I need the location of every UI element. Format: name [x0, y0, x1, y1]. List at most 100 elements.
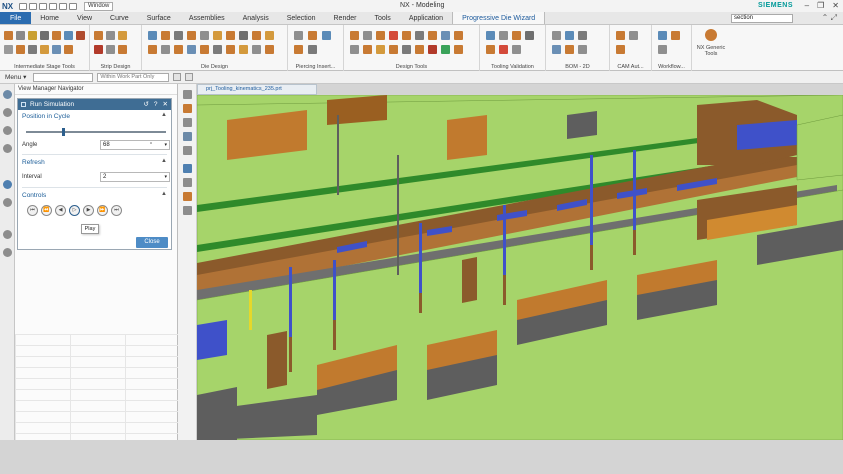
- stage-tool-icon[interactable]: [52, 31, 61, 40]
- die-icon[interactable]: [200, 31, 209, 40]
- stage-tool-icon[interactable]: [76, 31, 85, 40]
- design-tool-icon[interactable]: [363, 45, 372, 54]
- die-icon[interactable]: [239, 31, 248, 40]
- stage-tool-icon[interactable]: [64, 45, 73, 54]
- redo-icon[interactable]: [39, 2, 47, 10]
- reset-button[interactable]: ↺: [143, 99, 148, 110]
- part-navigator-icon[interactable]: [3, 90, 12, 99]
- play-reverse-button[interactable]: ◀: [55, 205, 66, 216]
- tab-view[interactable]: View: [68, 12, 101, 24]
- collapse-icon[interactable]: ▲: [161, 191, 167, 197]
- restore-button[interactable]: ❐: [817, 1, 824, 10]
- tab-analysis[interactable]: Analysis: [234, 12, 278, 24]
- tab-surface[interactable]: Surface: [138, 12, 180, 24]
- design-tool-icon[interactable]: [428, 45, 437, 54]
- die-icon[interactable]: [213, 45, 222, 54]
- bom-icon[interactable]: [552, 45, 561, 54]
- document-tab[interactable]: prj_Tooling_kinematics_235.prt: [197, 84, 317, 95]
- render-style-icon[interactable]: [183, 164, 192, 173]
- interval-input[interactable]: 2 ▾: [100, 172, 170, 182]
- navigator-list[interactable]: [15, 334, 178, 440]
- design-tool-icon[interactable]: [402, 45, 411, 54]
- section-icon[interactable]: [183, 178, 192, 187]
- design-tool-icon[interactable]: [428, 31, 437, 40]
- graphics-window[interactable]: [197, 95, 843, 440]
- die-icon[interactable]: [187, 31, 196, 40]
- constraint-navigator-icon[interactable]: [3, 126, 12, 135]
- type-filter-dropdown[interactable]: [33, 72, 94, 82]
- help-button[interactable]: ?: [154, 99, 158, 110]
- cam-icon[interactable]: [616, 31, 625, 40]
- strip-icon[interactable]: [118, 31, 127, 40]
- collapse-icon[interactable]: ▲: [161, 158, 167, 164]
- strip-icon[interactable]: [118, 45, 127, 54]
- tab-file[interactable]: File: [0, 12, 32, 24]
- group-nx-generic-tools[interactable]: NX Generic Tools: [692, 25, 730, 71]
- assembly-navigator-icon[interactable]: [3, 108, 12, 117]
- paste-icon[interactable]: [69, 2, 77, 10]
- tab-application[interactable]: Application: [400, 12, 452, 24]
- strip-icon[interactable]: [106, 31, 115, 40]
- play-forward-button[interactable]: ▶: [83, 205, 94, 216]
- angle-input[interactable]: 68 ° ▾: [100, 140, 170, 150]
- roles-icon[interactable]: [3, 248, 12, 257]
- cut-icon[interactable]: [49, 2, 57, 10]
- save-icon[interactable]: [19, 2, 27, 10]
- stage-tool-icon[interactable]: [28, 31, 37, 40]
- workflow-icon[interactable]: [658, 45, 667, 54]
- stage-tool-icon[interactable]: [4, 45, 13, 54]
- rewind-to-start-button[interactable]: ⏮: [27, 205, 38, 216]
- window-menu[interactable]: Window: [84, 1, 114, 11]
- cam-icon[interactable]: [629, 31, 638, 40]
- die-icon[interactable]: [265, 45, 274, 54]
- strip-icon[interactable]: [94, 45, 103, 54]
- tab-home[interactable]: Home: [31, 12, 68, 24]
- menu-button[interactable]: Menu ▾: [2, 73, 29, 81]
- strip-icon[interactable]: [106, 45, 115, 54]
- die-icon[interactable]: [226, 45, 235, 54]
- stage-tool-icon[interactable]: [16, 31, 25, 40]
- cam-icon[interactable]: [616, 45, 625, 54]
- die-icon[interactable]: [252, 45, 261, 54]
- close-window-button[interactable]: ✕: [832, 1, 839, 10]
- die-icon[interactable]: [252, 31, 261, 40]
- design-tool-icon[interactable]: [376, 45, 385, 54]
- tab-selection[interactable]: Selection: [278, 12, 325, 24]
- die-icon[interactable]: [174, 31, 183, 40]
- validation-icon[interactable]: [512, 45, 521, 54]
- bom-icon[interactable]: [565, 31, 574, 40]
- refresh-section-header[interactable]: Refresh ▲: [18, 156, 171, 167]
- bom-icon[interactable]: [565, 45, 574, 54]
- workflow-icon[interactable]: [658, 31, 667, 40]
- generic-tools-icon[interactable]: [705, 29, 717, 41]
- view-manager-icon[interactable]: [3, 180, 12, 189]
- chevron-down-icon[interactable]: ▾: [164, 173, 167, 181]
- command-search-input[interactable]: section: [731, 14, 793, 23]
- validation-icon[interactable]: [499, 45, 508, 54]
- hide-show-icon[interactable]: [183, 206, 192, 215]
- orient-icon[interactable]: [183, 104, 192, 113]
- validation-icon[interactable]: [486, 45, 495, 54]
- step-forward-button[interactable]: ⏩: [97, 205, 108, 216]
- dialog-close-icon[interactable]: ✕: [163, 99, 168, 110]
- die-icon[interactable]: [213, 31, 222, 40]
- rotate-icon[interactable]: [183, 132, 192, 141]
- stage-tool-icon[interactable]: [64, 31, 73, 40]
- snap-icon[interactable]: [185, 73, 194, 81]
- stage-tool-icon[interactable]: [52, 45, 61, 54]
- die-icon[interactable]: [148, 45, 157, 54]
- design-tool-icon[interactable]: [350, 31, 359, 40]
- tab-curve[interactable]: Curve: [101, 12, 138, 24]
- die-icon[interactable]: [239, 45, 248, 54]
- design-tool-icon[interactable]: [376, 31, 385, 40]
- filter-icon[interactable]: [173, 73, 182, 81]
- step-back-button[interactable]: ⏪: [41, 205, 52, 216]
- design-tool-icon[interactable]: [441, 31, 450, 40]
- tab-progressive-die-wizard[interactable]: Progressive Die Wizard: [452, 12, 546, 24]
- selection-scope-dropdown[interactable]: Within Work Part Only: [97, 72, 170, 82]
- die-icon[interactable]: [226, 31, 235, 40]
- strip-icon[interactable]: [94, 31, 103, 40]
- reuse-library-icon[interactable]: [3, 144, 12, 153]
- design-tool-icon[interactable]: [363, 31, 372, 40]
- close-button[interactable]: Close: [136, 237, 168, 248]
